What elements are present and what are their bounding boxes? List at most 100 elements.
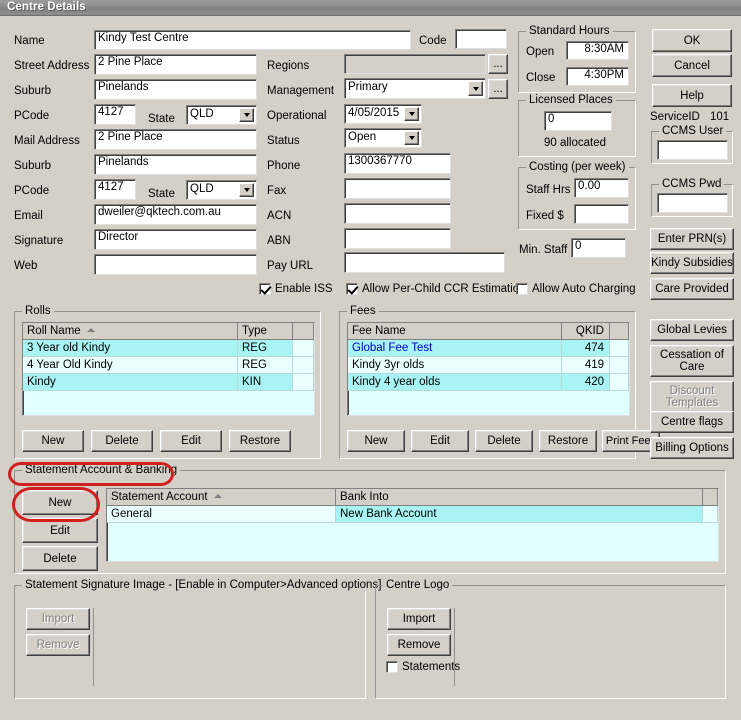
chevron-down-icon[interactable] [404,107,419,121]
suburb-1-input[interactable]: Pinelands [94,79,257,100]
state-2-select[interactable]: QLD [186,180,257,200]
fees-cell-name: Global Fee Test [348,340,562,357]
centre-logo-statements-checkbox[interactable]: Statements [386,661,460,673]
billing-options-button[interactable]: Billing Options [650,437,734,459]
label-suburb-1: Suburb [14,85,52,97]
enter-prns-button[interactable]: Enter PRN(s) [650,228,734,250]
ccms-pwd-input[interactable] [657,193,728,213]
phone-input[interactable]: 1300367770 [344,153,451,174]
label-operational: Operational [267,110,327,122]
table-row[interactable]: Kindy 3yr olds 419 [348,357,629,374]
discount-templates-button[interactable]: Discount Templates [650,381,734,413]
street-address-input[interactable]: 2 Pine Place [94,54,257,75]
chevron-down-icon[interactable] [404,131,419,145]
global-levies-button[interactable]: Global Levies [650,319,734,341]
statement-account-column-account[interactable]: Statement Account [107,489,336,505]
table-row[interactable]: General New Bank Account [107,506,718,523]
rolls-title: Rolls [22,305,54,317]
centre-logo-remove-button[interactable]: Remove [387,634,451,656]
rolls-column-type[interactable]: Type [238,323,293,339]
kindy-subsidies-button[interactable]: Kindy Subsidies [650,252,734,274]
chevron-down-icon[interactable] [468,81,483,96]
name-input[interactable]: Kindy Test Centre [94,30,411,50]
pcode-1-input[interactable]: 4127 [94,104,136,125]
fees-column-fee-name[interactable]: Fee Name [348,323,562,339]
statement-account-edit-button[interactable]: Edit [22,518,98,543]
signature-remove-button[interactable]: Remove [26,634,90,656]
statement-account-column-account-label: Statement Account [111,491,208,503]
status-select[interactable]: Open [344,128,422,148]
code-input[interactable] [455,29,507,49]
centre-logo-group: Centre Logo Import Remove Statements [375,579,726,699]
min-staff-input[interactable]: 0 [571,238,626,258]
table-row[interactable]: Kindy KIN [23,374,314,391]
chevron-down-icon[interactable] [239,108,254,122]
licensed-places-allocated: 90 allocated [544,137,607,149]
web-input[interactable] [94,254,257,275]
signature-input[interactable]: Director [94,229,257,250]
fees-cell-qkid: 474 [562,340,610,357]
fees-delete-button[interactable]: Delete [475,430,533,452]
fees-new-button[interactable]: New [347,430,405,452]
table-row[interactable]: Global Fee Test 474 [348,340,629,357]
licensed-places-input[interactable]: 0 [544,111,612,131]
regions-browse-button[interactable]: ... [488,54,508,74]
centre-logo-import-button[interactable]: Import [387,608,451,630]
rolls-grid[interactable]: Roll Name Type 3 Year old Kindy REG 4 Ye… [22,322,315,416]
management-browse-button[interactable]: ... [488,79,508,99]
management-select[interactable]: Primary [344,78,486,99]
fees-restore-button[interactable]: Restore [539,430,597,452]
signature-import-button[interactable]: Import [26,608,90,630]
mail-address-input[interactable]: 2 Pine Place [94,129,257,150]
statement-account-grid[interactable]: Statement Account Bank Into General New … [106,488,719,562]
cancel-button[interactable]: Cancel [652,54,732,77]
acn-input[interactable] [344,203,451,224]
table-row[interactable]: 4 Year Old Kindy REG [23,357,314,374]
email-input[interactable]: dweiler@qktech.com.au [94,204,257,225]
label-abn: ABN [267,235,291,247]
rolls-new-button[interactable]: New [22,430,84,452]
pay-url-input[interactable] [344,252,505,273]
fees-grid[interactable]: Fee Name QKID Global Fee Test 474 Kindy … [347,322,630,416]
fax-input[interactable] [344,178,451,199]
ccms-user-input[interactable] [657,140,728,160]
help-button[interactable]: Help [652,84,732,107]
checkbox-box-icon[interactable] [386,661,398,673]
close-time-input[interactable]: 4:30PM [566,67,629,86]
rolls-restore-button[interactable]: Restore [229,430,291,452]
suburb-2-input[interactable]: Pinelands [94,154,257,175]
checkbox-allow-per-child-ccr-estimation[interactable]: Allow Per-Child CCR Estimation [346,283,526,295]
checkbox-enable-iss[interactable]: Enable ISS [259,283,333,295]
pcode-2-input[interactable]: 4127 [94,179,136,200]
rolls-edit-button[interactable]: Edit [160,430,222,452]
checkbox-box-icon[interactable] [259,283,271,295]
fees-column-qkid[interactable]: QKID [562,323,610,339]
ok-button[interactable]: OK [652,29,732,52]
chevron-down-icon[interactable] [239,183,254,197]
centre-flags-button[interactable]: Centre flags [650,411,734,433]
statement-account-delete-button[interactable]: Delete [22,546,98,571]
state-2-value: QLD [190,183,214,195]
state-1-select[interactable]: QLD [186,105,257,125]
statement-account-new-button[interactable]: New [22,490,98,515]
checkbox-box-icon[interactable] [346,283,358,295]
open-time-input[interactable]: 8:30AM [566,41,629,60]
rolls-column-roll-name[interactable]: Roll Name [23,323,238,339]
checkbox-allow-auto-charging[interactable]: Allow Auto Charging [516,283,636,295]
cessation-of-care-button[interactable]: Cessation of Care [650,345,734,377]
table-row[interactable]: 3 Year old Kindy REG [23,340,314,357]
operational-date-select[interactable]: 4/05/2015 [344,104,422,124]
rolls-cell-name: Kindy [23,374,238,391]
care-provided-button[interactable]: Care Provided [650,278,734,300]
checkbox-allow-per-child-ccr-estimation-label: Allow Per-Child CCR Estimation [362,283,526,295]
fixed-dollar-input[interactable] [574,204,629,224]
checkbox-box-icon[interactable] [516,283,528,295]
regions-input[interactable] [344,54,486,74]
table-row[interactable]: Kindy 4 year olds 420 [348,374,629,391]
statement-account-column-bank-into[interactable]: Bank Into [336,489,703,505]
staff-hrs-input[interactable]: 0.00 [574,178,629,198]
rolls-cell-type: REG [238,357,293,374]
abn-input[interactable] [344,228,451,249]
fees-edit-button[interactable]: Edit [411,430,469,452]
rolls-delete-button[interactable]: Delete [91,430,153,452]
